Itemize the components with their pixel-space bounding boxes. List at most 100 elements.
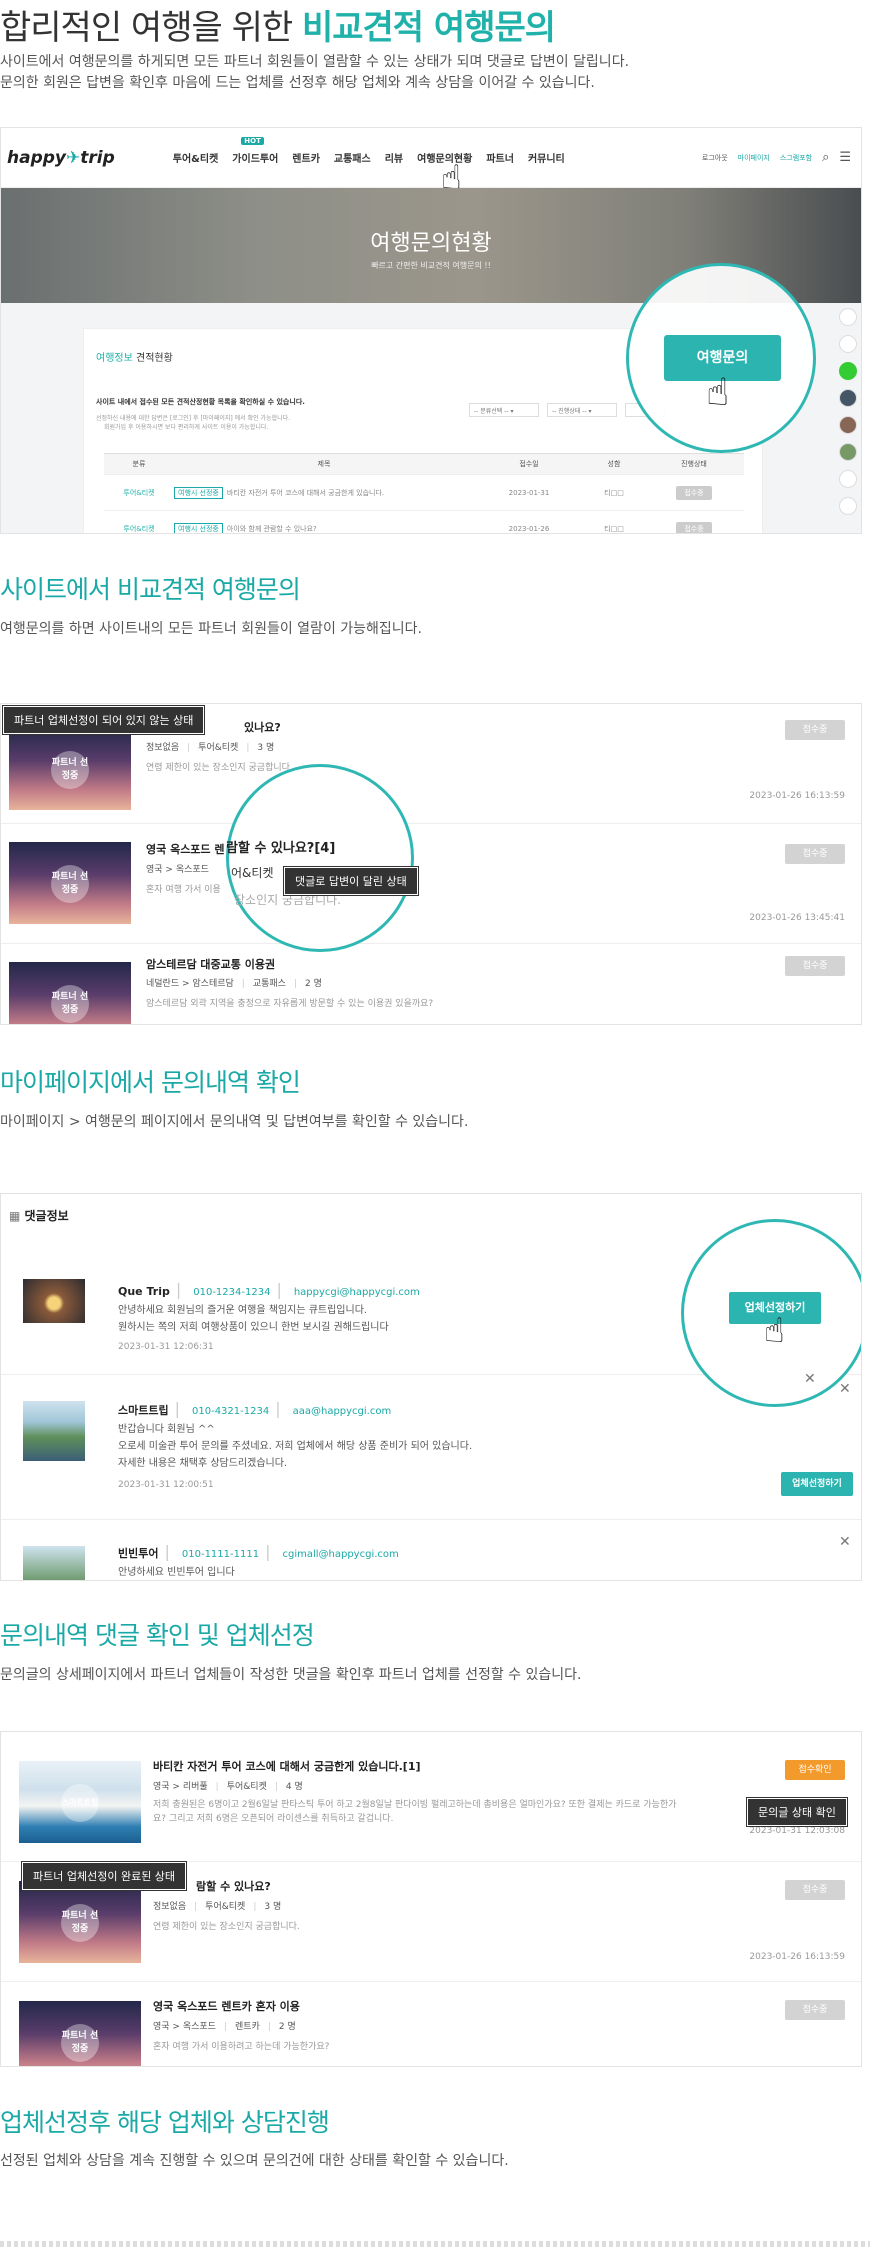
comment-phone: 010-1234-1234 (193, 1287, 271, 1298)
item-meta: 정보없음 | 투어&티켓 | 3 명 (146, 743, 275, 753)
item-body: 저희 충원된은 6명이고 2월6일날 판타스틱 투어 하고 2월8일날 판다이빙… (153, 1798, 693, 1826)
comment-phone: 010-4321-1234 (192, 1406, 270, 1417)
more-icon[interactable] (839, 470, 857, 488)
item-title[interactable]: 암스테르담 대중교통 이용권 (146, 956, 275, 972)
item-thumbnail: 파트너 선정중 (9, 962, 131, 1024)
close-icon[interactable]: ✕ (839, 1381, 851, 1397)
comment-email[interactable]: happycgi@happycgi.com (294, 1287, 420, 1298)
zoomed-meta: 어&티켓 (231, 866, 274, 880)
menu-item[interactable]: 교통패스 (334, 150, 371, 165)
screenshot-reply-info: ▦ 댓글정보 Que Trip | 010-1234-1234 | happycgi@h… (0, 1193, 862, 1581)
logout-link[interactable]: 로그아웃 (702, 153, 728, 163)
item-thumbnail: 파트너 선정중 (9, 728, 131, 810)
partner-badge: 파트너 선정중 (51, 985, 89, 1023)
comment-date: 2023-01-31 12:06:31 (118, 1342, 214, 1352)
meta-value: 네덜란드 > 암스테르담 (146, 979, 234, 989)
category-select[interactable]: -- 분류선택 -- ▾ (469, 403, 539, 417)
item-title[interactable]: 영국 옥스포드 렌트카 혼자 이용 (153, 1998, 300, 2014)
column-header: 진행상태 (681, 460, 707, 468)
section-desc: 문의글의 상세페이지에서 파트너 업체들이 작성한 댓글을 확인후 파트너 업체… (0, 1667, 582, 1683)
close-icon[interactable]: ✕ (839, 1534, 851, 1550)
comment-email[interactable]: cgimall@happycgi.com (282, 1549, 398, 1560)
meta-value: 영국 > 리버풀 (153, 1782, 208, 1792)
comment-header: 스마트트립 | 010-4321-1234 | aaa@happycgi.com (118, 1399, 392, 1418)
item-meta: 영국 > 옥스포드 | 렌트카 | 2 명 (153, 2022, 296, 2032)
status-button[interactable]: 접수중 (785, 2000, 845, 2020)
screenshot-inquiry-detail-list: 스마트트립 바티칸 자전거 투어 코스에 대해서 궁금한게 있습니다.[1] 영… (0, 1731, 862, 2067)
item-title[interactable]: 있나요? (244, 719, 281, 735)
row-title[interactable]: 아이와 함께 관람할 수 있나요? (227, 525, 317, 533)
row-title[interactable]: 바티칸 자전거 투어 코스에 대해서 궁금한게 있습니다. (227, 489, 384, 497)
search-icon[interactable]: ⌕ (822, 150, 829, 165)
status-select[interactable]: -- 진행상태 -- ▾ (547, 403, 617, 417)
recent-thumb-icon[interactable] (839, 443, 857, 461)
side-icon[interactable] (839, 308, 857, 326)
utility-links: 로그아웃 마이페이지 스그램포함 ⌕ ☰ (702, 150, 851, 165)
item-meta: 정보없음 | 투어&티켓 | 3 명 (153, 1902, 282, 1912)
meta-value: 3 명 (264, 1902, 282, 1912)
comment-line: 원하시는 쪽의 저희 여행상품이 있으니 한번 보시길 권해드립니다 (118, 1322, 389, 1333)
comment-header: 빈빈투어 | 010-1111-1111 | cgimall@happycgi.com (118, 1542, 399, 1561)
item-title[interactable]: 람할 수 있나요? (196, 1878, 271, 1894)
list-item[interactable]: 스마트트립 바티칸 자전거 투어 코스에 대해서 궁금한게 있습니다.[1] 영… (1, 1732, 861, 1862)
menu-item[interactable]: 파트너 (486, 150, 514, 165)
item-thumbnail: 파트너 선정중 (9, 842, 131, 924)
hamburger-icon[interactable]: ☰ (839, 150, 851, 165)
top-icon[interactable] (839, 497, 857, 515)
logo-text-b: trip (80, 147, 115, 168)
table-row[interactable]: 투어&티켓 여행시 선정중 아이와 함께 관람할 수 있나요? 2023-01-2… (104, 511, 744, 533)
page-title-plain: 합리적인 여행을 위한 (0, 8, 302, 48)
meta-value: 4 명 (285, 1782, 303, 1792)
logo[interactable]: happy✈trip (7, 148, 115, 168)
util-link[interactable]: 스그램포함 (780, 153, 812, 163)
item-title[interactable]: 바티칸 자전거 투어 코스에 대해서 궁금한게 있습니다.[1] (153, 1758, 421, 1774)
close-icon[interactable]: ✕ (804, 1371, 816, 1387)
row-category: 투어&티켓 (123, 488, 155, 497)
recent-thumb-icon[interactable] (839, 416, 857, 434)
item-thumbnail: 스마트트립 (19, 1761, 141, 1843)
comment-row: 빈빈투어 | 010-1111-1111 | cgimall@happycgi.com … (1, 1520, 861, 1580)
mypage-link[interactable]: 마이페이지 (738, 153, 770, 163)
search-icon[interactable] (839, 335, 857, 353)
menu-item[interactable]: 렌트카 (292, 150, 320, 165)
content-area: 여행정보 견적현황 사이트 내에서 접수된 모든 견적산정현황 목록을 확인하실… (1, 263, 861, 533)
panel-title: ▦ 댓글정보 (9, 1207, 69, 1224)
quick-side-bar (838, 308, 858, 515)
logo-text-a: happy (7, 147, 66, 168)
highlight-circle: 람할 수 있나요?[4] 어&티켓 장소인지 궁금합니다. (226, 764, 414, 952)
column-header: 성함 (607, 460, 621, 468)
avatar (23, 1279, 85, 1323)
menu-item[interactable]: 커뮤니티 (528, 150, 565, 165)
card-title-rest: 견적현황 (136, 353, 173, 364)
card-title-accent: 여행정보 (96, 353, 133, 364)
page-description: 사이트에서 여행문의를 하게되면 모든 파트너 회원들이 열람할 수 있는 상태… (0, 52, 629, 94)
item-body: 암스테르담 외곽 지역을 충정으로 자유롭게 방문할 수 있는 이용권 있을까요… (146, 999, 434, 1009)
list-item[interactable]: 파트너 선정중 영국 옥스포드 렌트카 혼자 이용 영국 > 옥스포드 | 렌트카 |… (1, 1982, 861, 2066)
partner-badge: 파트너 선정중 (61, 1904, 99, 1942)
status-button[interactable]: 접수중 (785, 720, 845, 740)
menu-item[interactable]: 리뷰 (385, 150, 403, 165)
status-button[interactable]: 접수중 (785, 956, 845, 976)
comment-email[interactable]: aaa@happycgi.com (293, 1406, 392, 1417)
chat-icon[interactable] (839, 362, 857, 380)
list-item[interactable]: 파트너 선정중 암스테르담 대중교통 이용권 네덜란드 > 암스테르담 | 교통패스… (1, 944, 861, 1024)
plane-icon: ✈ (66, 147, 81, 168)
section-title: 마이페이지에서 문의내역 확인 (0, 1068, 301, 1097)
comment-phone: 010-1111-1111 (181, 1549, 260, 1560)
select-partner-button[interactable]: 업체선정하기 (781, 1472, 853, 1496)
column-header: 접수일 (519, 460, 539, 468)
item-title[interactable]: 영국 옥스포드 렌 (146, 841, 225, 857)
column-header: 분류 (132, 460, 146, 468)
comment-line: 자세한 내용은 채택후 상담드리겠습니다. (118, 1458, 288, 1469)
status-button[interactable]: 접수중 (785, 844, 845, 864)
section-desc: 선정된 업체와 상담을 계속 진행할 수 있으며 문의건에 대한 상태를 확인할… (0, 2153, 509, 2169)
item-date: 2023-01-26 16:13:59 (749, 1952, 845, 1962)
list-item[interactable]: 파트너 선정중 영국 옥스포드 렌 영국 > 옥스포드 혼자 여행 가서 이용 … (1, 824, 861, 944)
status-button[interactable]: 접수확인 (785, 1760, 845, 1780)
menu-item[interactable]: HOT 가이드투어 (232, 137, 278, 165)
grid-icon: ▦ (9, 1209, 25, 1223)
recent-thumb-icon[interactable] (839, 389, 857, 407)
menu-item[interactable]: 투어&티켓 (173, 150, 219, 165)
table-row[interactable]: 투어&티켓 여행시 선정중 바티칸 자전거 투어 코스에 대해서 궁금한게 있습니… (104, 475, 744, 511)
status-button[interactable]: 접수중 (785, 1880, 845, 1900)
